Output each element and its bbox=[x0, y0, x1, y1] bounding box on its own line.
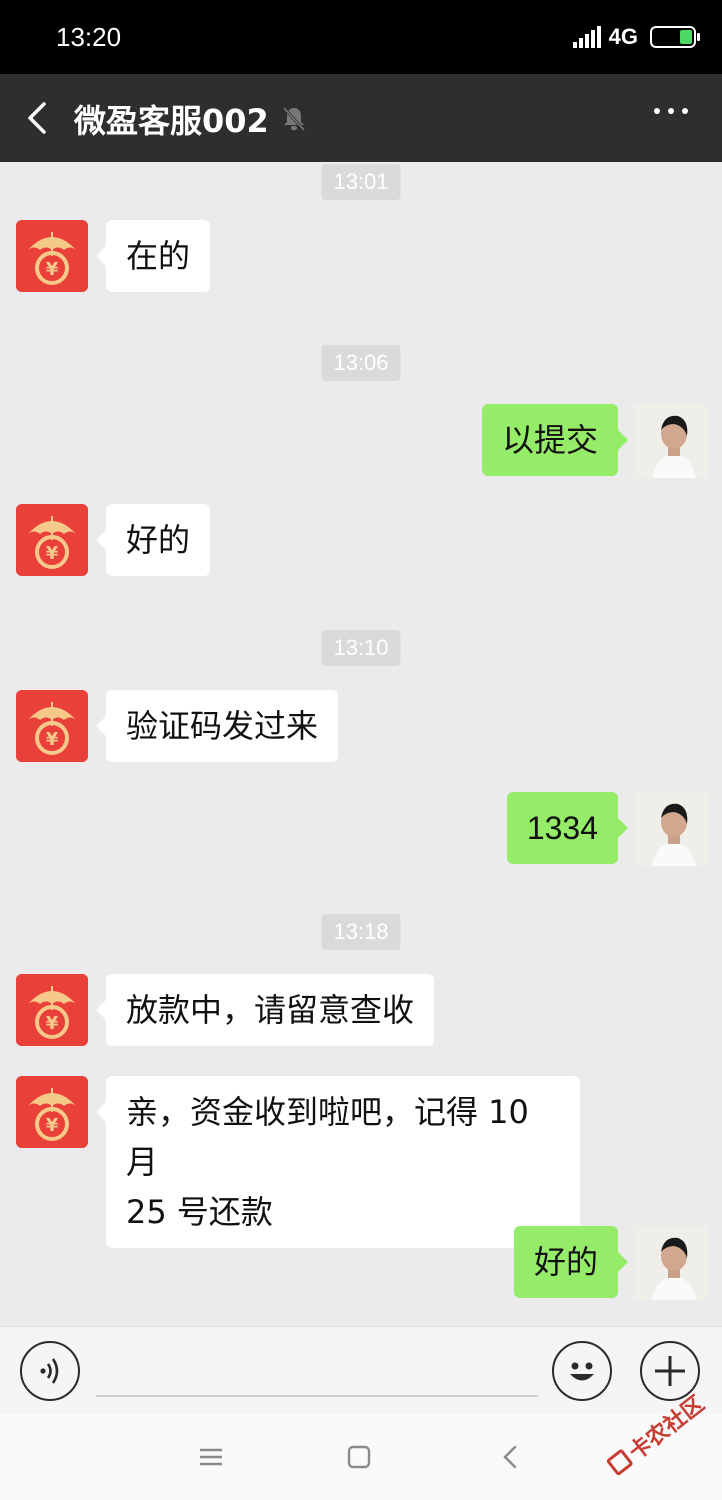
svg-text:¥: ¥ bbox=[46, 543, 59, 564]
avatar[interactable]: ¥ bbox=[16, 690, 88, 762]
chat-area[interactable]: 13:01 ¥ 在的 13:06 以提交 ¥ 好的 13:10 ¥ 验证码发过来… bbox=[0, 162, 722, 1326]
svg-text:¥: ¥ bbox=[46, 1115, 59, 1136]
nav-back-icon bbox=[503, 1445, 517, 1469]
umbrella-yen-logo-icon: ¥ bbox=[16, 690, 88, 762]
signal-icon bbox=[572, 26, 601, 48]
message-bubble[interactable]: 1334 bbox=[506, 792, 629, 864]
timestamp: 13:18 bbox=[321, 914, 401, 950]
battery-icon bbox=[650, 26, 700, 48]
umbrella-yen-logo-icon: ¥ bbox=[16, 974, 88, 1046]
back-button[interactable] bbox=[18, 94, 58, 142]
message-bubble[interactable]: 以提交 bbox=[481, 404, 629, 476]
timestamp: 13:01 bbox=[321, 164, 401, 200]
avatar[interactable]: ¥ bbox=[16, 504, 88, 576]
avatar[interactable] bbox=[634, 792, 708, 866]
avatar[interactable]: ¥ bbox=[16, 1076, 88, 1148]
message-bubble[interactable]: 放款中，请留意查收 bbox=[95, 974, 435, 1046]
timestamp: 13:10 bbox=[321, 630, 401, 666]
avatar[interactable]: ¥ bbox=[16, 974, 88, 1046]
user-avatar-icon bbox=[634, 404, 708, 478]
avatar[interactable] bbox=[634, 404, 708, 478]
network-type: 4G bbox=[608, 24, 638, 49]
chat-header: 微盈客服002 bbox=[0, 74, 722, 162]
avatar[interactable]: ¥ bbox=[16, 220, 88, 292]
voice-icon bbox=[40, 1358, 59, 1384]
message-bubble[interactable]: 验证码发过来 bbox=[95, 690, 339, 762]
back-arrow-icon bbox=[28, 102, 46, 134]
svg-text:¥: ¥ bbox=[46, 1013, 59, 1034]
message-input[interactable] bbox=[96, 1347, 538, 1397]
emoji-icon bbox=[570, 1362, 594, 1381]
message-bubble[interactable]: 好的 bbox=[513, 1226, 629, 1298]
mute-bell-icon bbox=[282, 106, 305, 132]
home-square-icon bbox=[347, 1445, 371, 1469]
status-bar: 13:20 4G bbox=[0, 0, 722, 74]
timestamp: 13:06 bbox=[321, 345, 401, 381]
voice-button[interactable] bbox=[20, 1341, 80, 1401]
title-area: 微盈客服002 bbox=[74, 96, 307, 142]
status-time: 13:20 bbox=[56, 22, 122, 52]
avatar[interactable] bbox=[634, 1226, 708, 1300]
menu-icon bbox=[200, 1448, 222, 1466]
nav-back-button[interactable] bbox=[496, 1442, 526, 1472]
message-bubble[interactable]: 亲，资金收到啦吧，记得 10 月 25 号还款 bbox=[96, 1076, 580, 1248]
message-bubble[interactable]: 好的 bbox=[95, 504, 211, 576]
message-bubble[interactable]: 在的 bbox=[95, 220, 211, 292]
svg-text:¥: ¥ bbox=[46, 729, 59, 750]
svg-text:¥: ¥ bbox=[46, 259, 59, 280]
more-options-button[interactable] bbox=[654, 108, 688, 114]
home-button[interactable] bbox=[344, 1442, 374, 1472]
input-bar bbox=[0, 1326, 722, 1414]
user-avatar-icon bbox=[634, 792, 708, 866]
umbrella-yen-logo-icon: ¥ bbox=[16, 1076, 88, 1148]
user-avatar-icon bbox=[634, 1226, 708, 1300]
message-line: 亲，资金收到啦吧，记得 10 月 bbox=[126, 1093, 529, 1181]
chat-title: 微盈客服002 bbox=[74, 102, 269, 140]
umbrella-yen-logo-icon: ¥ bbox=[16, 504, 88, 576]
message-line: 25 号还款 bbox=[126, 1193, 273, 1231]
status-indicators: 4G bbox=[572, 24, 700, 50]
menu-button[interactable] bbox=[196, 1442, 226, 1472]
more-dots-icon bbox=[654, 108, 660, 114]
umbrella-yen-logo-icon: ¥ bbox=[16, 220, 88, 292]
emoji-button[interactable] bbox=[552, 1341, 612, 1401]
